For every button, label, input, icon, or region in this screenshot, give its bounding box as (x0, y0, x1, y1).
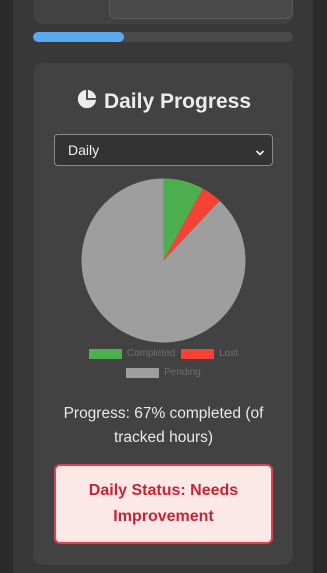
period-select-value: Daily (68, 142, 100, 158)
legend-item-lost[interactable]: Lost (181, 348, 238, 359)
legend-swatch-pending (126, 367, 160, 378)
period-select[interactable]: Daily (54, 134, 273, 166)
legend-label-completed: Completed (126, 348, 176, 359)
legend-item-pending[interactable]: Pending (126, 367, 201, 378)
card-title-text: Daily Progress (103, 90, 252, 113)
daily-pie-chart (81, 178, 246, 343)
pie-chart-icon (76, 88, 98, 116)
legend-row-1: Completed Lost (0, 348, 327, 359)
card-title: Daily Progress (0, 88, 327, 116)
status-text: Daily Status: Needs Improvement (88, 482, 239, 525)
progress-summary: Progress: 67% completed (of tracked hour… (63, 405, 264, 446)
page: Daily Progress Daily Completed Lost Pend… (0, 0, 327, 573)
pie-slice-pending[interactable] (81, 178, 246, 343)
previous-card-field[interactable] (109, 0, 293, 19)
legend-item-completed[interactable]: Completed (88, 348, 176, 359)
upper-progress-fill (33, 32, 124, 42)
legend-swatch-lost (181, 348, 215, 359)
legend-swatch-completed (88, 348, 122, 359)
upper-progress-bar (33, 32, 293, 42)
legend-label-lost: Lost (219, 348, 239, 359)
legend-row-2: Pending (0, 367, 327, 378)
chevron-down-icon (255, 145, 265, 156)
legend-label-pending: Pending (164, 367, 201, 378)
status-badge: Daily Status: Needs Improvement (54, 464, 273, 544)
